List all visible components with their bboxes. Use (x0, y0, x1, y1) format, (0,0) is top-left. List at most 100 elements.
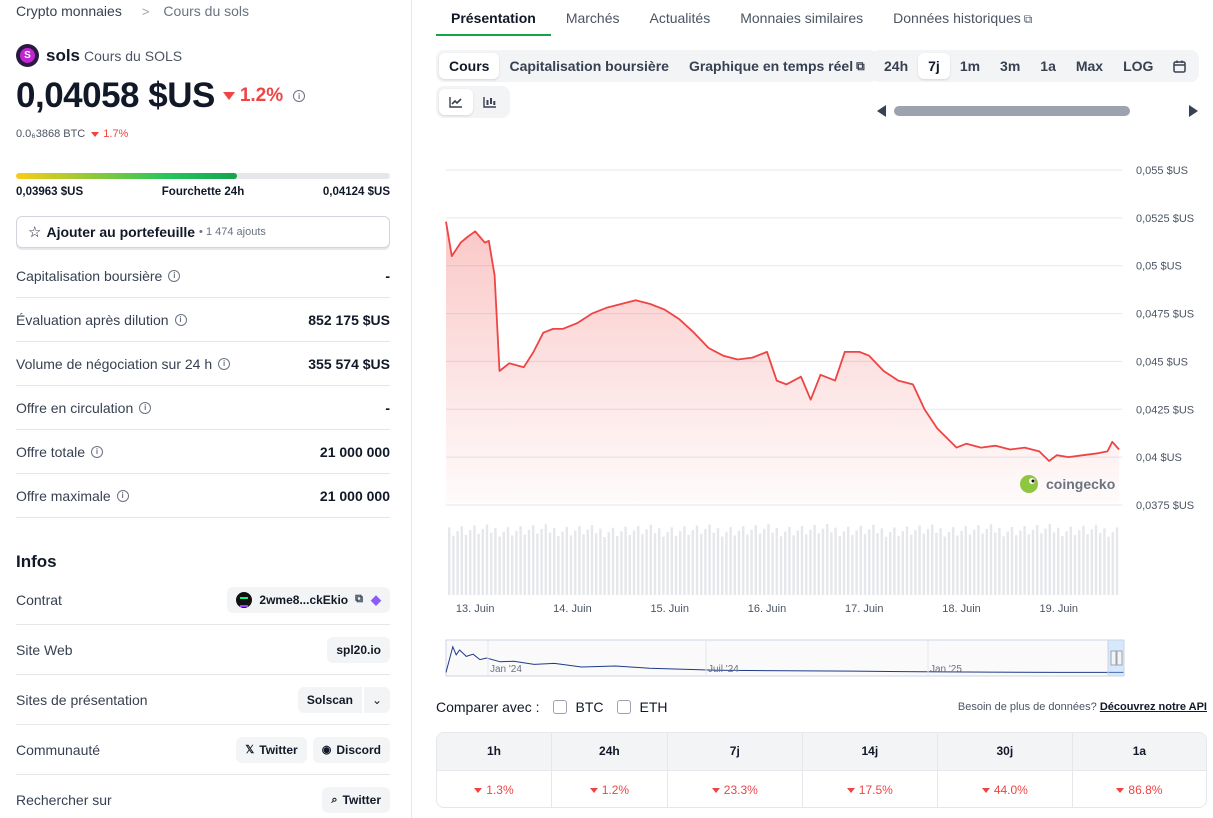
x-tick-label: 17. Juin (845, 603, 884, 615)
volume-bar (679, 531, 682, 595)
range-navigator[interactable]: Jan '24 Juil '24 Jan '25 (445, 639, 1125, 677)
tab-presentation[interactable]: Présentation (436, 0, 551, 36)
range-7d[interactable]: 7j (918, 53, 950, 79)
range-log[interactable]: LOG (1113, 53, 1163, 79)
x-tick-label: 14. Juin (553, 603, 592, 615)
chart-type-live[interactable]: Graphique en temps réel ⧉ (679, 53, 875, 79)
volume-bar (733, 535, 736, 595)
chart-type-marketcap[interactable]: Capitalisation boursière (499, 53, 678, 79)
discord-link[interactable]: ◉ Discord (312, 736, 390, 763)
twitter-link[interactable]: 𝕏 Twitter (236, 736, 307, 763)
range-1m[interactable]: 1m (950, 53, 990, 79)
api-promo: Besoin de plus de données? Découvrez not… (958, 701, 1207, 713)
tab-markets[interactable]: Marchés (551, 0, 635, 36)
external-link-icon: ⧉ (856, 58, 865, 73)
volume-bar (658, 528, 661, 595)
volume-bar (796, 530, 799, 595)
info-row-website: Site Web spl20.io (16, 625, 390, 675)
tab-news[interactable]: Actualités (635, 0, 726, 36)
stat-value: - (385, 267, 390, 284)
compare-eth-checkbox[interactable] (617, 700, 632, 714)
volume-bar (754, 525, 757, 595)
calendar-icon[interactable] (1163, 53, 1196, 79)
contract-chip[interactable]: 2wme8...ckEkio ⧉ ◆ (227, 586, 390, 613)
search-twitter-link[interactable]: ⌕ Twitter (322, 787, 390, 813)
compare-btc-label[interactable]: BTC (575, 699, 603, 715)
stat-row: Offre en circulation i - (16, 386, 390, 430)
volume-bar (872, 524, 875, 595)
range-3m[interactable]: 3m (990, 53, 1030, 79)
range-24h[interactable]: 24h (874, 53, 918, 79)
infos-list: Contrat 2wme8...ckEkio ⧉ ◆ Site Web spl2… (16, 575, 390, 818)
explorers-dropdown: Solscan ⌄ (297, 686, 390, 713)
info-icon[interactable]: i (174, 313, 187, 326)
compare-btc-checkbox[interactable] (553, 700, 568, 714)
range-1y[interactable]: 1a (1030, 53, 1066, 79)
volume-bar (1031, 529, 1035, 595)
stat-label: Offre en circulation (16, 399, 134, 416)
search-twitter-label: Twitter (342, 793, 381, 807)
volume-bar (527, 529, 531, 595)
coin-subtitle: Cours du SOLS (84, 47, 183, 64)
tab-historical-data[interactable]: Données historiques ⧉ (878, 0, 1047, 36)
stat-row: Volume de négociation sur 24 h i 355 574 … (16, 342, 390, 386)
volume-bar (502, 531, 505, 595)
website-link[interactable]: spl20.io (327, 636, 390, 663)
info-icon[interactable]: i (168, 269, 181, 282)
line-chart-icon[interactable] (439, 89, 473, 115)
volume-bar (599, 528, 602, 595)
copy-icon[interactable]: ⧉ (355, 593, 363, 606)
chart-scrollbar[interactable] (876, 104, 1202, 118)
add-to-portfolio-label: Ajouter au portefeuille (46, 224, 196, 240)
range-max[interactable]: Max (1066, 53, 1113, 79)
scroll-left-arrow-icon[interactable] (877, 105, 886, 117)
range-low: 0,03963 $US (16, 186, 84, 198)
perf-value-text: 86.8% (1128, 783, 1163, 797)
volume-bar (893, 527, 896, 595)
volume-bar (1086, 534, 1089, 595)
coin-sidebar: Crypto monnaies > Cours du sols S sols C… (0, 0, 412, 818)
volume-bar (506, 527, 510, 595)
search-icon: ⌕ (331, 793, 338, 806)
metamask-icon[interactable]: ◆ (371, 592, 381, 608)
scrollbar-thumb[interactable] (894, 106, 1130, 116)
down-arrow-icon (981, 787, 990, 793)
info-icon[interactable]: i (91, 445, 104, 458)
volume-bar (473, 525, 476, 595)
volume-bar (800, 526, 804, 595)
info-icon[interactable]: i (293, 90, 306, 102)
chart-type-price[interactable]: Cours (439, 53, 500, 79)
stat-label: Évaluation après dilution (16, 311, 169, 328)
explorer-link[interactable]: Solscan (297, 686, 362, 713)
add-to-portfolio-button[interactable]: ☆ Ajouter au portefeuille • 1 474 ajouts (16, 216, 390, 248)
info-icon[interactable]: i (116, 489, 129, 502)
scroll-right-arrow-icon[interactable] (1189, 105, 1198, 117)
volume-bar (918, 525, 921, 595)
info-row-contract: Contrat 2wme8...ckEkio ⧉ ◆ (16, 575, 390, 625)
info-icon[interactable]: i (218, 357, 231, 370)
volume-bar (683, 526, 686, 595)
info-icon[interactable]: i (139, 401, 152, 414)
perf-header: 30j (937, 733, 1073, 770)
perf-header: 14j (802, 733, 938, 770)
tab-similar-coins[interactable]: Monnaies similaires (725, 0, 878, 36)
chevron-down-icon[interactable]: ⌄ (363, 686, 390, 713)
volume-bar (578, 525, 581, 595)
volume-bar (729, 527, 732, 595)
volume-bar (1027, 534, 1030, 595)
candlestick-chart-icon[interactable] (473, 89, 507, 115)
price-chart[interactable]: 0,055 $US 0,0525 $US 0,05 $US 0,0475 $US 0,0… (436, 150, 1207, 680)
api-link[interactable]: Découvrez notre API (1100, 701, 1207, 713)
volume-bar (1065, 531, 1068, 595)
chart-type-selector: Cours Capitalisation boursière Graphique… (436, 50, 878, 82)
volume-bar (1048, 524, 1051, 595)
volume-bar (838, 536, 841, 595)
breadcrumb-root-link[interactable]: Crypto monnaies (16, 3, 122, 19)
volume-bar (687, 534, 690, 595)
perf-value: 86.8% (1072, 769, 1206, 807)
volume-bar (876, 533, 879, 595)
volume-bar (989, 524, 993, 595)
volume-bar (968, 534, 972, 595)
compare-eth-label[interactable]: ETH (639, 699, 667, 715)
perf-value-text: 1.3% (486, 783, 514, 797)
